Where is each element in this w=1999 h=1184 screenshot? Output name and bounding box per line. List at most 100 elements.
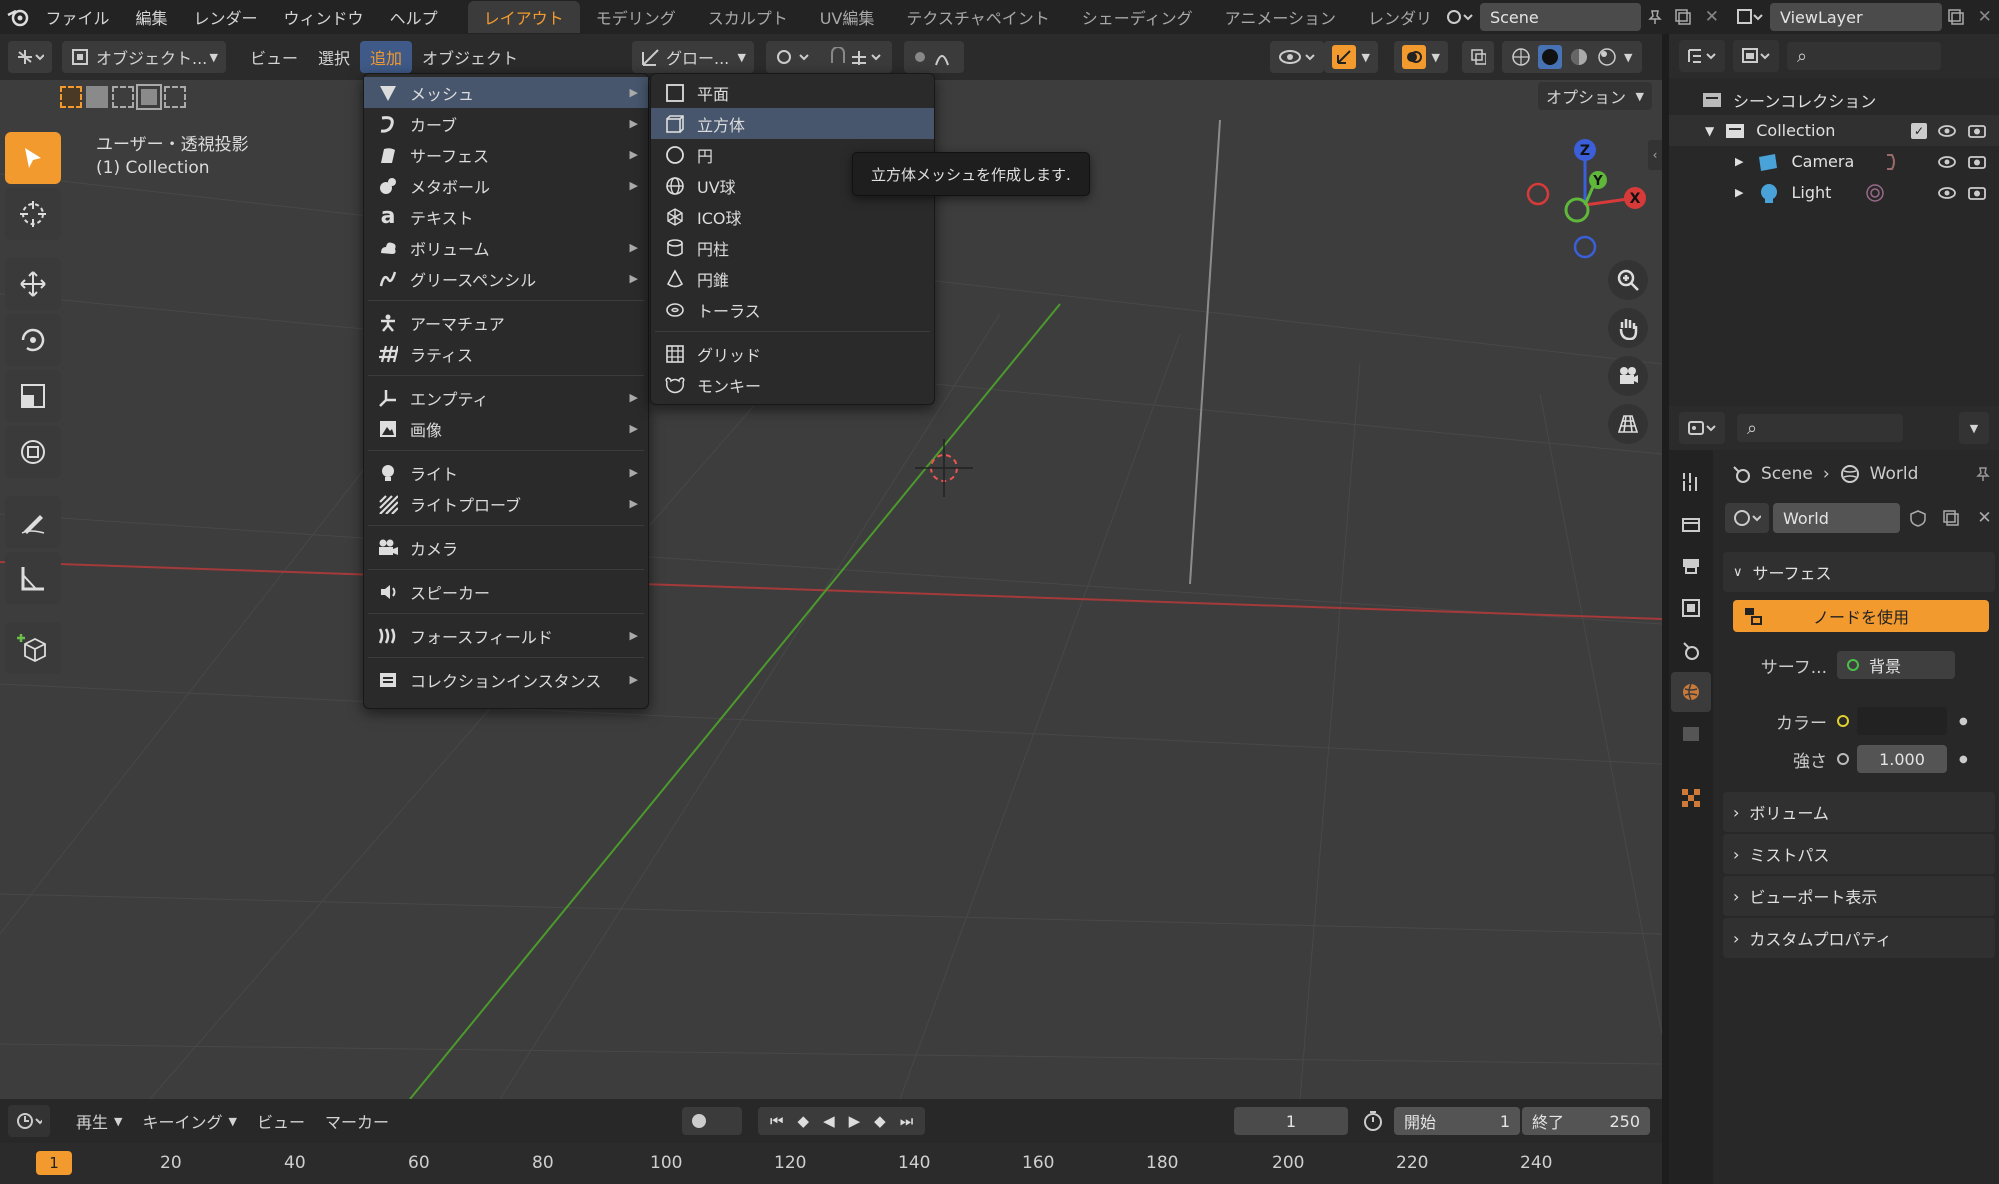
expand-right-icon[interactable]: ▶ — [1735, 155, 1743, 168]
tab-layout[interactable]: レイアウト — [467, 1, 580, 33]
visibility-dropdown[interactable] — [1270, 41, 1324, 73]
eye-icon[interactable] — [1937, 123, 1957, 139]
view-layer-tab-icon[interactable] — [1671, 588, 1711, 628]
menu-keying[interactable]: キーイング ▼ — [132, 1105, 246, 1137]
menu-file[interactable]: ファイル — [33, 5, 123, 29]
keyframe-dot-icon[interactable]: ● — [1959, 754, 1968, 765]
eye-icon[interactable] — [1937, 154, 1957, 170]
auto-keying-toggle[interactable] — [682, 1107, 742, 1135]
add-menu-item-text[interactable]: a テキスト — [364, 201, 648, 232]
menu-playback[interactable]: 再生 ▼ — [66, 1105, 132, 1137]
mesh-item-cone[interactable]: 円錐 — [651, 263, 934, 294]
tab-modeling[interactable]: モデリング — [580, 1, 692, 33]
scene-selector-icon[interactable] — [1440, 2, 1480, 32]
texture-tab-icon[interactable] — [1671, 778, 1711, 818]
viewport-display-panel-header[interactable]: › ビューポート表示 — [1723, 876, 1995, 916]
outliner-scene-collection[interactable]: シーンコレクション — [1669, 84, 1999, 115]
mesh-item-cube[interactable]: 立方体 — [651, 108, 934, 139]
world-browse-button[interactable] — [1725, 503, 1769, 533]
surface-shader-field[interactable]: 背景 — [1837, 651, 1955, 679]
menu-help[interactable]: ヘルプ — [377, 5, 451, 29]
add-menu-item-speaker[interactable]: スピーカー — [364, 576, 648, 607]
cursor-tool-button[interactable] — [5, 188, 61, 240]
outliner-search-input[interactable]: ⌕ — [1787, 42, 1941, 70]
select-invert-icon[interactable] — [136, 84, 162, 110]
menu-select[interactable]: 選択 — [308, 41, 360, 73]
render-camera-icon[interactable] — [1967, 123, 1987, 139]
delete-scene-icon[interactable]: ✕ — [1698, 2, 1727, 32]
mesh-item-monkey[interactable]: モンキー — [651, 369, 934, 400]
color-swatch[interactable] — [1857, 707, 1947, 735]
next-keyframe-icon[interactable]: ◆ — [874, 1112, 886, 1130]
add-menu-item-light-probe[interactable]: ライトプローブ ▶ — [364, 488, 648, 519]
tab-uv-editing[interactable]: UV編集 — [804, 1, 891, 33]
rotate-tool-button[interactable] — [5, 314, 61, 366]
prev-keyframe-icon[interactable]: ◆ — [798, 1112, 810, 1130]
tab-rendering[interactable]: レンダリ — [1352, 1, 1440, 33]
pivot-dropdown[interactable] — [766, 41, 826, 73]
select-new-icon[interactable] — [60, 86, 82, 108]
properties-options-dropdown[interactable]: ▼ — [1959, 412, 1989, 444]
menu-view[interactable]: ビュー — [240, 41, 308, 73]
viewlayer-selector-icon[interactable] — [1730, 2, 1770, 32]
pin-icon[interactable] — [1975, 466, 1991, 482]
outliner-camera-row[interactable]: ▶ Camera — [1669, 146, 1999, 177]
pin-icon[interactable] — [1641, 2, 1670, 32]
menu-add[interactable]: 追加 — [360, 41, 413, 73]
surface-panel-header[interactable]: ∨ サーフェス — [1723, 552, 1995, 592]
sidebar-toggle-icon[interactable]: ‹ — [1648, 140, 1662, 170]
outliner-light-row[interactable]: ▶ Light — [1669, 177, 1999, 208]
tab-shading[interactable]: シェーディング — [1066, 1, 1209, 33]
tab-animation[interactable]: アニメーション — [1209, 1, 1352, 33]
expand-down-icon[interactable]: ▼ — [1705, 124, 1714, 138]
collection-tab-icon[interactable] — [1671, 714, 1711, 754]
custom-properties-panel-header[interactable]: › カスタムプロパティ — [1723, 918, 1995, 958]
annotate-tool-button[interactable] — [5, 496, 61, 548]
add-menu-item-armature[interactable]: アーマチュア — [364, 307, 648, 338]
gizmo-toggle[interactable]: ▼ — [1324, 41, 1378, 73]
add-menu-item-camera[interactable]: カメラ — [364, 532, 648, 563]
mesh-item-plane[interactable]: 平面 — [651, 77, 934, 108]
expand-right-icon[interactable]: ▶ — [1735, 186, 1743, 199]
render-tab-icon[interactable] — [1671, 504, 1711, 544]
play-icon[interactable]: ▶ — [849, 1112, 861, 1130]
proportional-edit-toggle[interactable] — [904, 41, 964, 73]
strength-field[interactable]: 1.000 — [1857, 745, 1947, 773]
add-menu-item-empty[interactable]: エンプティ ▶ — [364, 382, 648, 413]
stopwatch-icon[interactable] — [1358, 1106, 1388, 1136]
current-frame-field[interactable]: 1 — [1234, 1107, 1348, 1135]
menu-object[interactable]: オブジェクト — [412, 41, 528, 73]
menu-window[interactable]: ウィンドウ — [271, 5, 377, 29]
add-menu-item-lattice[interactable]: ラティス — [364, 338, 648, 369]
mesh-item-ico-sphere[interactable]: ICO球 — [651, 201, 934, 232]
keyframe-dot-icon[interactable]: ● — [1959, 716, 1968, 727]
snap-toggle[interactable] — [820, 41, 892, 73]
scene-name-field[interactable]: Scene — [1479, 3, 1641, 31]
xray-toggle[interactable] — [1462, 41, 1494, 73]
display-mode-button[interactable] — [1733, 40, 1779, 72]
outliner-editor-type-button[interactable] — [1679, 40, 1725, 72]
fake-user-shield-icon[interactable] — [1904, 503, 1933, 533]
menu-marker[interactable]: マーカー — [315, 1105, 399, 1137]
scene-tab-icon[interactable] — [1671, 630, 1711, 670]
select-subtract-icon[interactable] — [112, 86, 134, 108]
playhead-frame-indicator[interactable]: 1 — [36, 1151, 72, 1175]
volume-panel-header[interactable]: › ボリューム — [1723, 792, 1995, 832]
pan-hand-icon[interactable] — [1608, 308, 1648, 348]
add-menu-item-force-field[interactable]: フォースフィールド ▶ — [364, 620, 648, 651]
navigation-gizmo[interactable]: Z X Y — [1520, 130, 1650, 260]
add-menu-item-image[interactable]: 画像 ▶ — [364, 413, 648, 444]
jump-end-icon[interactable]: ⏭ — [900, 1112, 914, 1130]
add-menu-item-surface[interactable]: サーフェス ▶ — [364, 139, 648, 170]
select-intersect-icon[interactable] — [164, 86, 186, 108]
menu-edit[interactable]: 編集 — [123, 5, 181, 29]
ortho-grid-icon[interactable] — [1608, 404, 1648, 444]
add-menu-item-grease-pencil[interactable]: グリースペンシル ▶ — [364, 263, 648, 294]
new-viewlayer-icon[interactable] — [1942, 2, 1971, 32]
add-menu-item-mesh[interactable]: メッシュ ▶ — [364, 77, 648, 108]
overlay-toggle[interactable]: ▼ — [1394, 41, 1448, 73]
scale-tool-button[interactable] — [5, 370, 61, 422]
eye-icon[interactable] — [1937, 185, 1957, 201]
render-camera-icon[interactable] — [1967, 185, 1987, 201]
select-extend-icon[interactable] — [86, 86, 108, 108]
